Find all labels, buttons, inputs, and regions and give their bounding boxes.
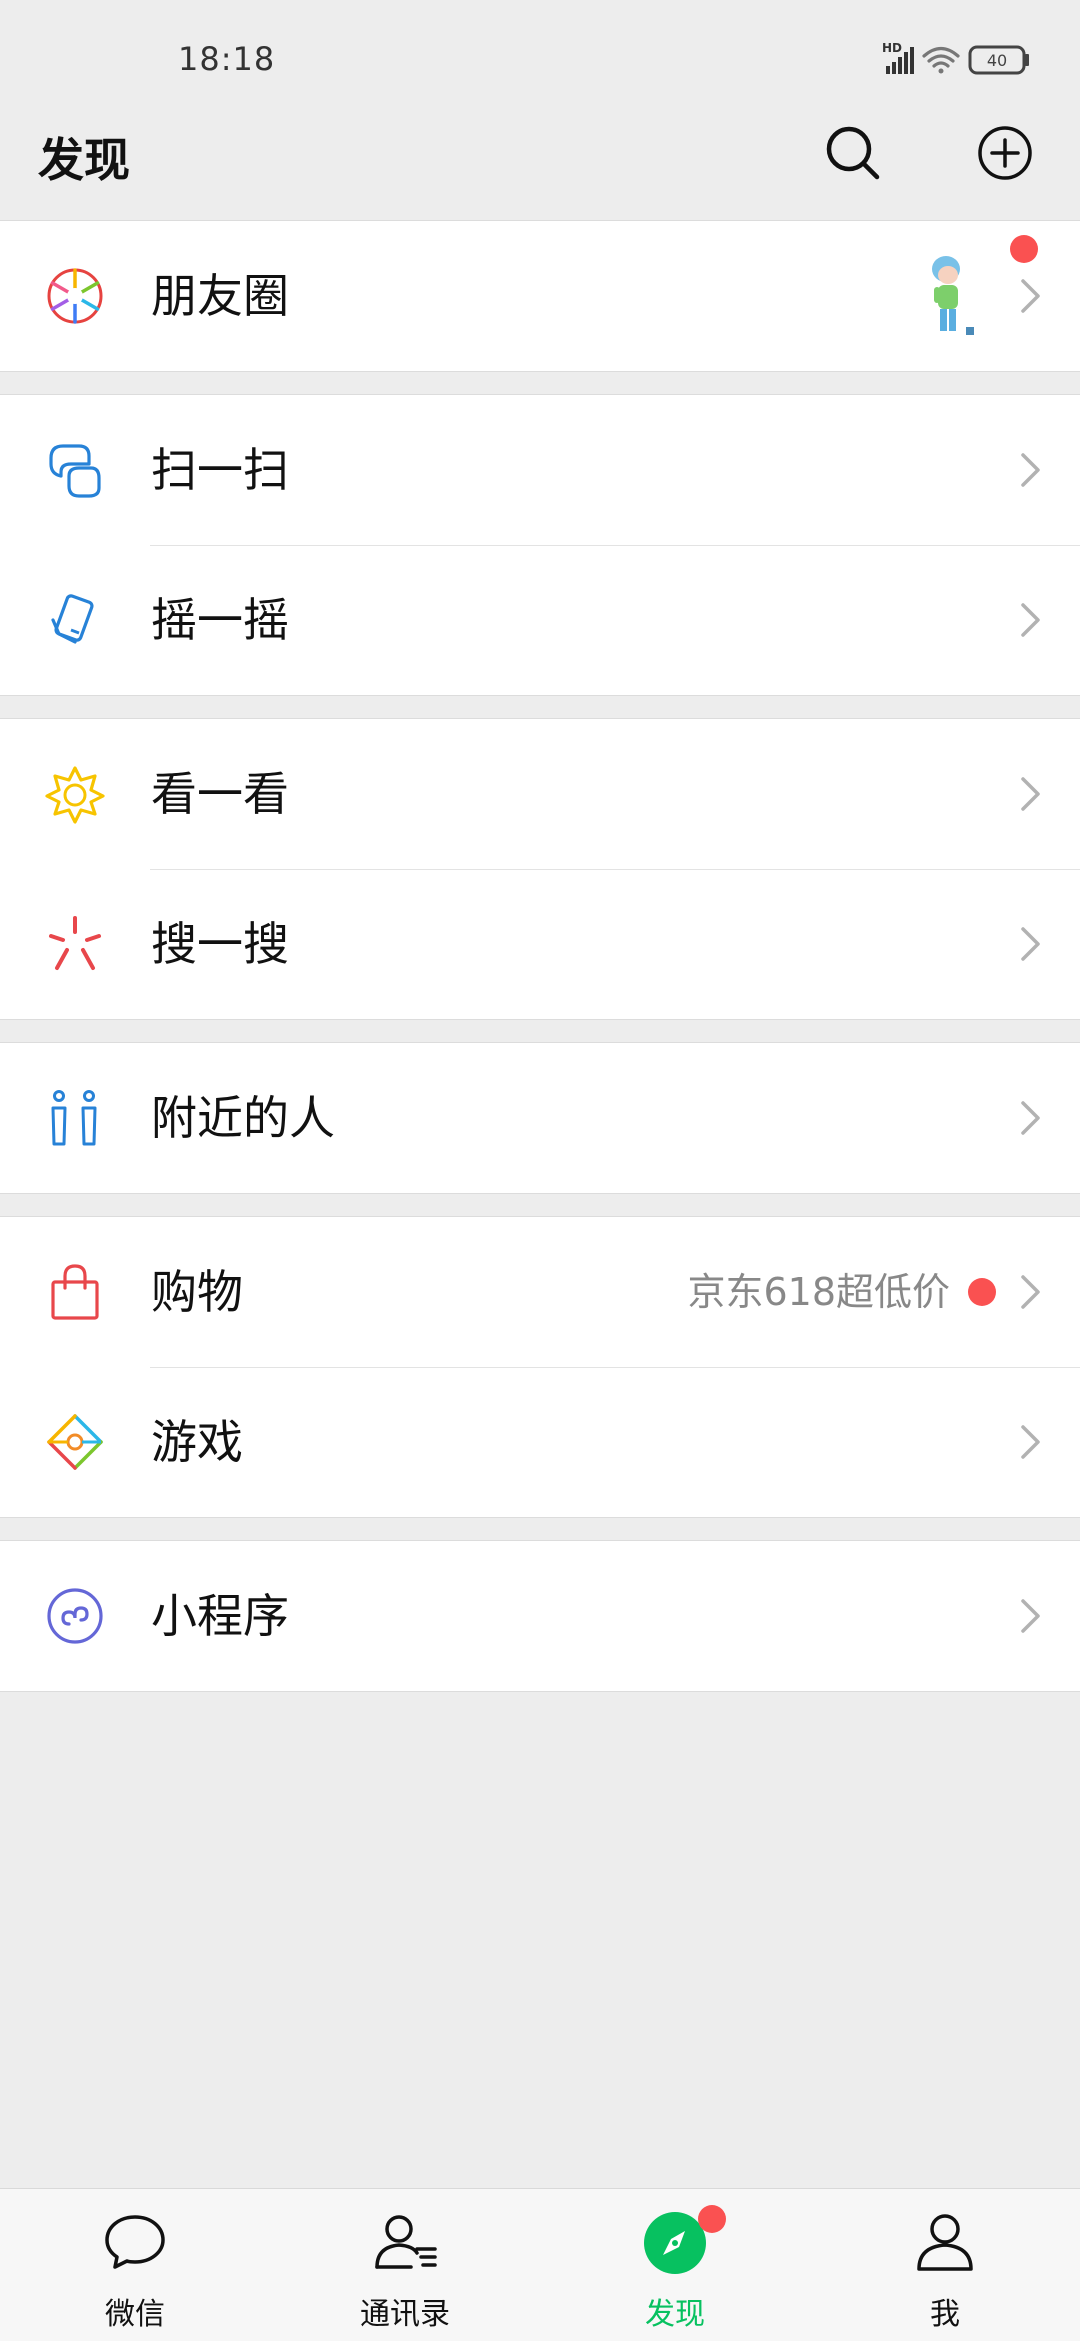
row-label: 搜一搜 (151, 917, 289, 971)
chevron-right-icon (1021, 1425, 1040, 1459)
bottom-tab-bar: 微信 通讯录 发现 我 (0, 2188, 1080, 2341)
top-stories-icon (45, 766, 105, 824)
mini-programs-icon (47, 1588, 103, 1644)
shopping-promo-text: 京东618超低价 (687, 1270, 950, 1314)
badge-dot (968, 1278, 996, 1306)
row-label: 看一看 (151, 767, 289, 821)
group-nearby: 附近的人 (0, 1042, 1080, 1194)
row-label: 摇一摇 (151, 593, 289, 647)
chat-icon (105, 2215, 165, 2269)
group-mini-programs: 小程序 (0, 1540, 1080, 1692)
group-scan-shake: 扫一扫 摇一摇 (0, 394, 1080, 696)
row-shopping[interactable]: 购物 京东618超低价 (0, 1217, 1080, 1367)
tab-discover[interactable]: 发现 (540, 2189, 810, 2341)
contacts-icon (375, 2215, 437, 2269)
tab-label: 微信 (105, 2297, 165, 2332)
group-moments: 朋友圈 (0, 220, 1080, 372)
search-icon[interactable] (823, 123, 883, 183)
row-search[interactable]: 搜一搜 (0, 869, 1080, 1019)
battery-level: 40 (987, 51, 1007, 70)
row-label: 朋友圈 (151, 269, 289, 323)
group-shopping-games: 购物 京东618超低价 游戏 (0, 1216, 1080, 1518)
row-top-stories[interactable]: 看一看 (0, 719, 1080, 869)
chevron-right-icon (1021, 453, 1040, 487)
tab-label: 我 (930, 2297, 960, 2332)
tab-chats[interactable]: 微信 (0, 2189, 270, 2341)
badge-dot (698, 2205, 726, 2233)
tab-label: 发现 (645, 2297, 705, 2332)
add-circle-icon[interactable] (975, 123, 1035, 183)
chevron-right-icon (1021, 1275, 1040, 1309)
people-nearby-icon (51, 1090, 97, 1146)
moments-icon (47, 268, 103, 324)
chevron-right-icon (1021, 1101, 1040, 1135)
row-games[interactable]: 游戏 (0, 1367, 1080, 1517)
me-icon (917, 2214, 973, 2271)
chevron-right-icon (1021, 603, 1040, 637)
row-moments[interactable]: 朋友圈 (0, 221, 1080, 371)
tab-contacts[interactable]: 通讯录 (270, 2189, 540, 2341)
chevron-right-icon (1021, 927, 1040, 961)
chevron-right-icon (1021, 1599, 1040, 1633)
row-label: 扫一扫 (151, 443, 289, 497)
tab-me[interactable]: 我 (810, 2189, 1080, 2341)
hd-label: HD (882, 41, 902, 55)
status-time: 18:18 (178, 40, 276, 78)
row-label: 购物 (151, 1265, 243, 1319)
shopping-bag-icon (51, 1264, 99, 1320)
shake-icon (51, 594, 94, 644)
games-icon (47, 1414, 103, 1470)
tab-label: 通讯录 (360, 2297, 450, 2332)
search-sparkle-icon (49, 916, 101, 970)
row-people-nearby[interactable]: 附近的人 (0, 1043, 1080, 1193)
row-scan[interactable]: 扫一扫 (0, 395, 1080, 545)
discover-list: 朋友圈 扫一扫 摇一摇 看一看 搜一搜 附近的人 购物 京东618超低价 游戏 … (0, 220, 1080, 1714)
group-stories-search: 看一看 搜一搜 (0, 718, 1080, 1020)
battery-icon: 40 (968, 45, 1029, 75)
row-mini-programs[interactable]: 小程序 (0, 1541, 1080, 1691)
status-icons: HD 40 (882, 41, 1029, 75)
row-shake[interactable]: 摇一摇 (0, 545, 1080, 695)
badge-dot (1010, 235, 1038, 263)
moments-avatar-thumbnail (932, 256, 974, 335)
row-label: 游戏 (151, 1415, 243, 1469)
status-bar: 18:18 HD 40 (0, 0, 1080, 100)
chevron-right-icon (1021, 279, 1040, 313)
chevron-right-icon (1021, 777, 1040, 811)
wifi-icon (922, 46, 960, 74)
row-label: 附近的人 (151, 1091, 335, 1145)
page-title: 发现 (38, 133, 130, 187)
row-label: 小程序 (151, 1589, 289, 1643)
scan-icon (49, 444, 101, 498)
app-header: 发现 (0, 100, 1080, 220)
